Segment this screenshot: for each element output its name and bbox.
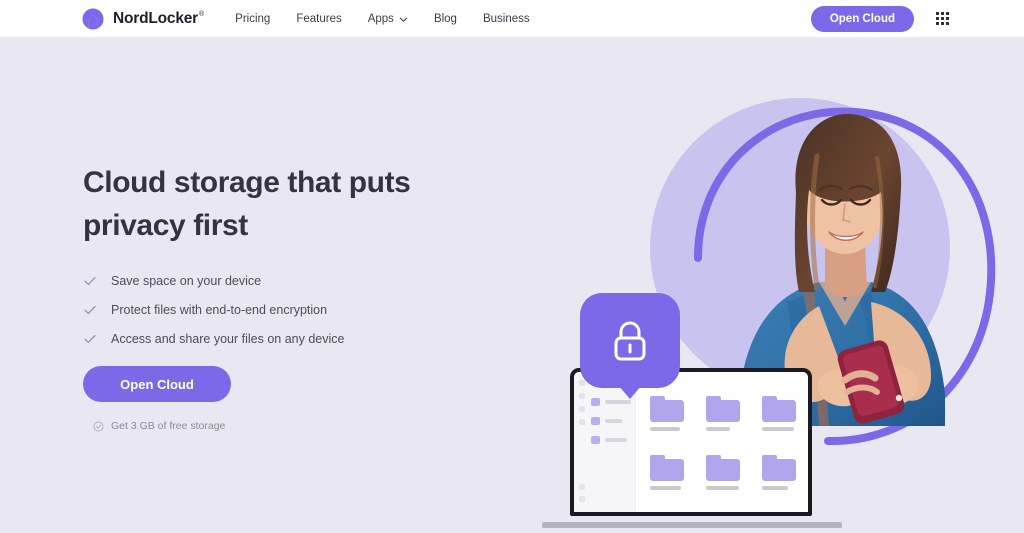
rail-icon [579, 484, 585, 490]
landing-page: NordLocker ® Pricing Features Apps Blog … [0, 0, 1024, 533]
rail-icon [579, 419, 585, 425]
nav-label: Blog [433, 12, 457, 25]
folder-label-placeholder [762, 427, 794, 431]
check-circle-icon [93, 421, 104, 432]
rail-icon [579, 406, 585, 412]
lock-badge [580, 293, 680, 388]
folder-label-placeholder [650, 427, 680, 431]
header-actions: Open Cloud [810, 5, 949, 32]
brand-name: NordLocker [113, 9, 198, 27]
free-storage-label: Get 3 GB of free storage [111, 420, 226, 433]
folder-grid [650, 396, 796, 490]
nav-label: Business [482, 12, 530, 25]
folder-item[interactable] [706, 396, 740, 431]
folder-item[interactable] [762, 396, 796, 431]
hero-open-cloud-button[interactable]: Open Cloud [83, 366, 231, 403]
bullet-label: Save space on your device [111, 274, 262, 289]
sidebar-item[interactable] [591, 436, 631, 444]
registered-mark: ® [199, 11, 205, 18]
folder-item[interactable] [762, 455, 796, 490]
list-item: Save space on your device [83, 274, 503, 288]
folder-item[interactable] [650, 396, 684, 431]
free-storage-note: Get 3 GB of free storage [93, 420, 503, 432]
sidebar-item-label-placeholder [605, 419, 622, 423]
sidebar-icon-rail [579, 380, 585, 425]
rail-icon [579, 393, 585, 399]
nav-item-pricing[interactable]: Pricing [235, 13, 270, 25]
sidebar-item[interactable] [591, 417, 631, 425]
folder-icon [650, 455, 684, 481]
site-header: NordLocker ® Pricing Features Apps Blog … [0, 0, 1024, 38]
laptop-screen [570, 368, 812, 516]
hero-copy: Cloud storage that puts privacy first Sa… [83, 162, 503, 432]
folder-icon [706, 396, 740, 422]
check-icon [83, 303, 97, 317]
laptop-mockup [542, 368, 842, 528]
sidebar-item-list [591, 398, 631, 444]
nav-item-business[interactable]: Business [483, 13, 530, 25]
nordlocker-mountain-logo-icon [81, 7, 105, 31]
folder-icon [706, 455, 740, 481]
nav-item-blog[interactable]: Blog [434, 13, 457, 25]
rail-icon [579, 380, 585, 386]
list-item: Access and share your files on any devic… [83, 332, 503, 346]
nav-label: Pricing [235, 12, 271, 25]
folder-icon [650, 396, 684, 422]
laptop-base [542, 522, 842, 528]
check-icon [83, 274, 97, 288]
chevron-down-icon [399, 15, 408, 24]
nav-item-features[interactable]: Features [296, 13, 341, 25]
folder-icon [591, 436, 600, 444]
headline-line-2: privacy first [83, 208, 248, 242]
nav-label: Features [296, 12, 342, 25]
headline-line-1: Cloud storage that puts [83, 166, 411, 199]
folder-item[interactable] [650, 455, 684, 490]
main-navigation: Pricing Features Apps Blog Business [235, 13, 529, 25]
folder-label-placeholder [706, 427, 730, 431]
rail-icon [579, 496, 585, 502]
header-open-cloud-button[interactable]: Open Cloud [810, 5, 914, 32]
sidebar-item-label-placeholder [605, 400, 631, 404]
folder-icon [762, 396, 796, 422]
folder-label-placeholder [650, 486, 681, 490]
folder-icon [591, 398, 600, 406]
folder-icon [762, 455, 796, 481]
sidebar-item[interactable] [591, 398, 631, 406]
nav-item-apps[interactable]: Apps [368, 13, 408, 25]
hero-section: Cloud storage that puts privacy first Sa… [0, 38, 1024, 533]
padlock-icon [609, 318, 651, 364]
hero-illustration [520, 93, 1000, 533]
bullet-label: Access and share your files on any devic… [111, 332, 345, 347]
check-icon [83, 332, 97, 346]
file-browser-area [636, 372, 808, 512]
folder-label-placeholder [762, 486, 788, 490]
list-item: Protect files with end-to-end encryption [83, 303, 503, 317]
brand-logo[interactable]: NordLocker ® [81, 7, 205, 31]
feature-bullet-list: Save space on your device Protect files … [83, 274, 503, 346]
nav-label: Apps [367, 12, 394, 25]
page-title: Cloud storage that puts privacy first [83, 162, 503, 247]
sidebar-bottom-icons [579, 484, 585, 502]
apps-grid-icon[interactable] [936, 12, 949, 25]
folder-icon [591, 417, 600, 425]
folder-item[interactable] [706, 455, 740, 490]
bullet-label: Protect files with end-to-end encryption [111, 303, 328, 318]
folder-label-placeholder [706, 486, 739, 490]
sidebar-item-label-placeholder [605, 438, 627, 442]
